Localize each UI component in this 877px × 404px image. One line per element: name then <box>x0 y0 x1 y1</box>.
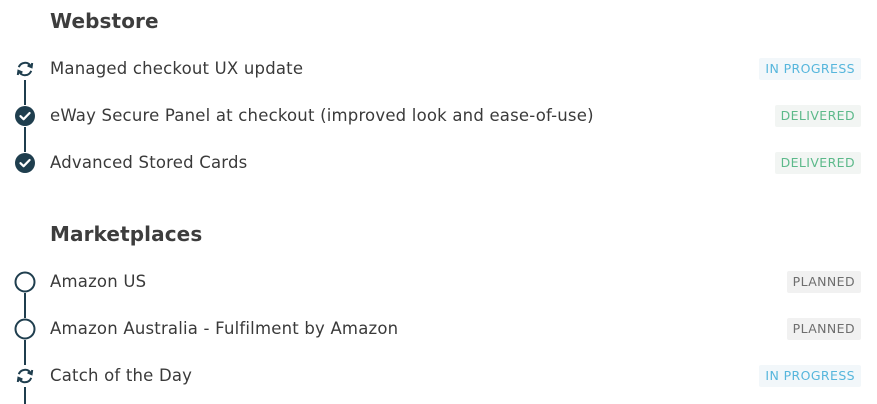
roadmap-item[interactable]: Amazon US PLANNED <box>0 267 877 297</box>
check-circle-icon <box>14 105 36 127</box>
section-title-marketplaces: Marketplaces <box>50 222 203 246</box>
status-badge: PLANNED <box>786 318 861 340</box>
status-badge: DELIVERED <box>774 105 861 127</box>
status-badge: IN PROGRESS <box>759 365 861 387</box>
item-label: Amazon Australia - Fulfilment by Amazon <box>50 319 399 338</box>
roadmap-item[interactable]: Catch of the Day IN PROGRESS <box>0 361 877 391</box>
section-title-webstore: Webstore <box>50 9 159 33</box>
roadmap-item[interactable]: Advanced Stored Cards DELIVERED <box>0 148 877 178</box>
roadmap-page: Webstore Managed checkout UX update IN P… <box>0 0 877 404</box>
item-label: eWay Secure Panel at checkout (improved … <box>50 106 594 125</box>
item-label: Amazon US <box>50 272 147 291</box>
roadmap-item[interactable]: Amazon Australia - Fulfilment by Amazon … <box>0 314 877 344</box>
item-label: Managed checkout UX update <box>50 59 304 78</box>
check-circle-icon <box>14 152 36 174</box>
roadmap-item[interactable]: Managed checkout UX update IN PROGRESS <box>0 54 877 84</box>
status-badge: PLANNED <box>786 271 861 293</box>
status-badge: IN PROGRESS <box>759 58 861 80</box>
item-label: Catch of the Day <box>50 366 193 385</box>
item-label: Advanced Stored Cards <box>50 153 248 172</box>
refresh-icon <box>14 58 36 80</box>
status-badge: DELIVERED <box>774 152 861 174</box>
empty-circle-icon <box>14 318 36 340</box>
roadmap-item[interactable]: eWay Secure Panel at checkout (improved … <box>0 101 877 131</box>
empty-circle-icon <box>14 271 36 293</box>
refresh-icon <box>14 365 36 387</box>
